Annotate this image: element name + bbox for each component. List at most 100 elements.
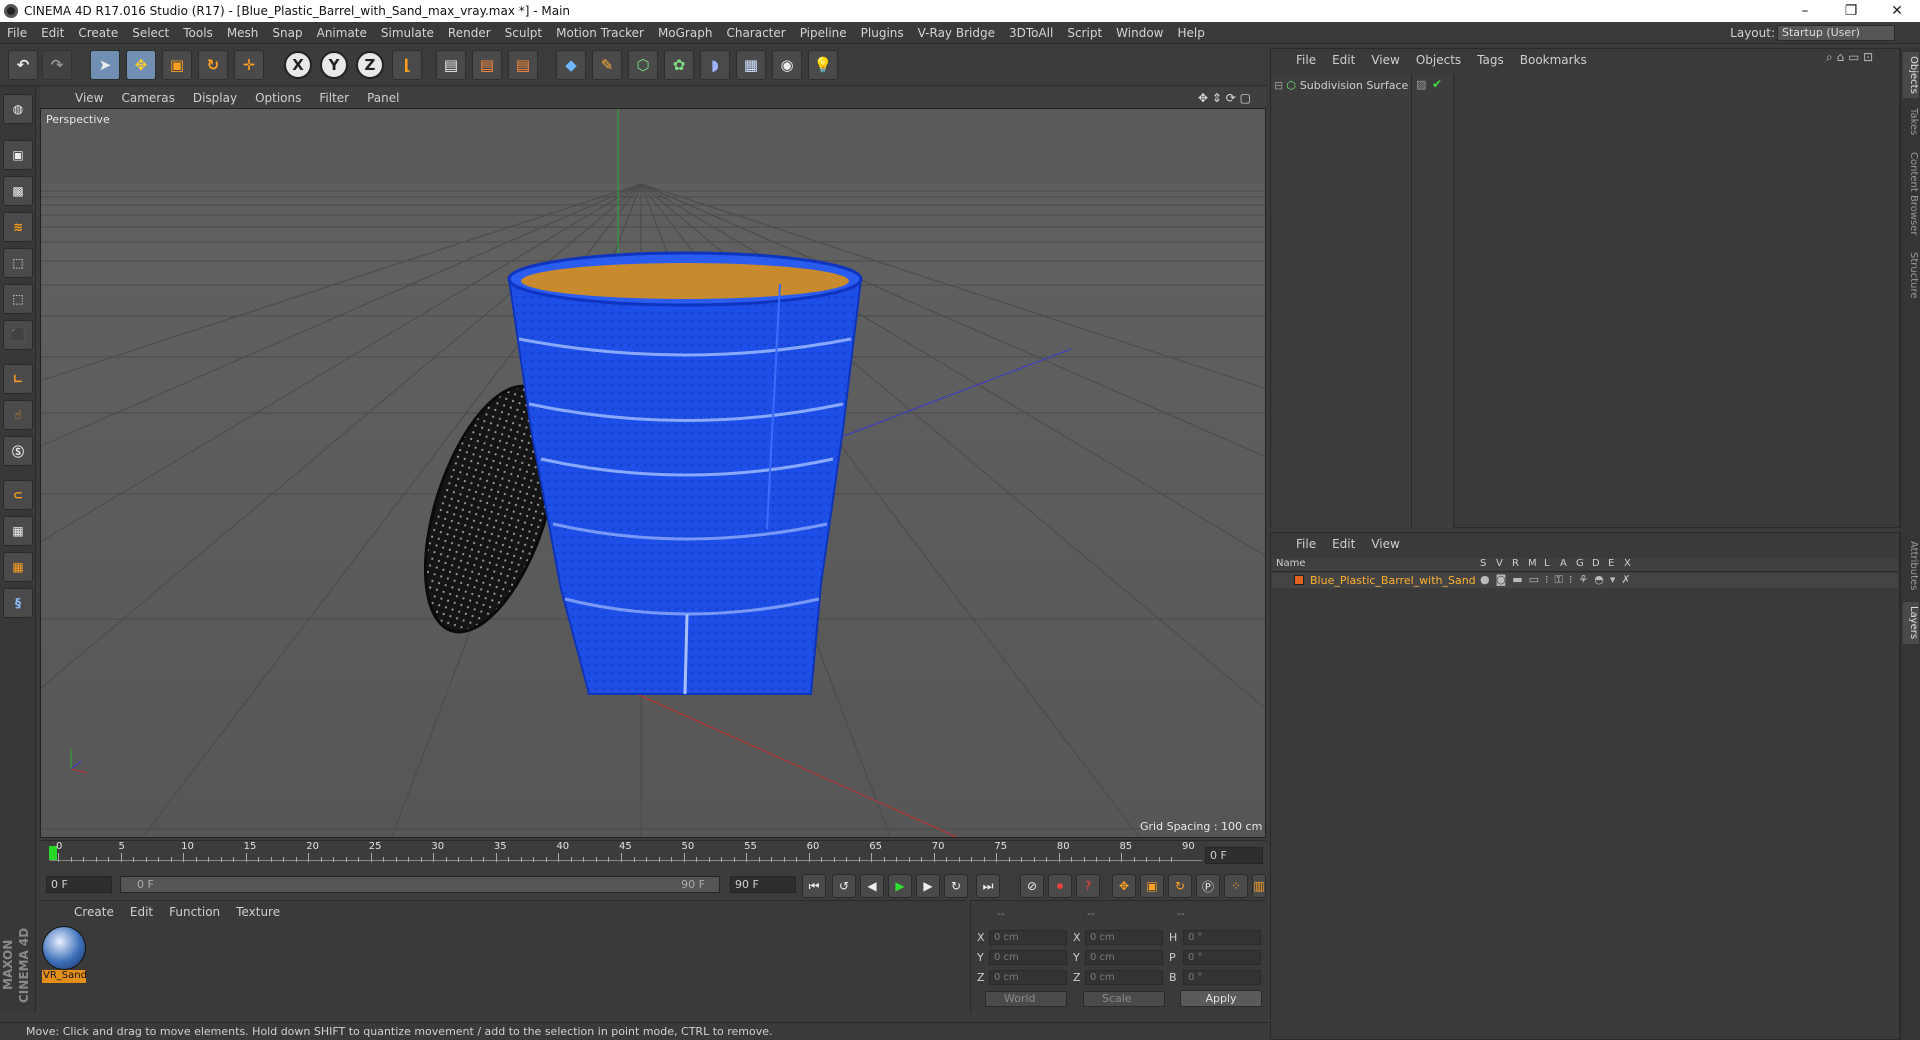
render-view-icon[interactable]: ▤ (436, 50, 466, 80)
camera-icon[interactable]: ◉ (772, 50, 802, 80)
layer-row[interactable]: Blue_Plastic_Barrel_with_Sand ●◙▬▭⁝⚿⁝⚘◓▾… (1272, 573, 1898, 588)
material-preview-ball[interactable] (42, 926, 86, 970)
workplane-mode-icon[interactable]: ≋ (3, 212, 33, 242)
render-picture-viewer-icon[interactable]: ▤ (472, 50, 502, 80)
snapping-icon[interactable]: Ⓢ (3, 436, 33, 466)
record-active-objects-icon[interactable]: ⏺ (1048, 874, 1072, 898)
play-forward-icon[interactable]: ▶ (888, 874, 912, 898)
coord-pos-z-field[interactable]: 0 cm (989, 970, 1067, 985)
transform-tool-icon[interactable]: ✛ (234, 50, 264, 80)
cloner-icon[interactable]: ✿ (664, 50, 694, 80)
key-position-icon[interactable]: ✥ (1112, 874, 1136, 898)
axis-mode-icon[interactable]: ∟ (3, 364, 33, 394)
menu-mesh[interactable]: Mesh (220, 22, 266, 44)
obj-menu-objects[interactable]: Objects (1408, 53, 1469, 67)
cube-primitive-icon[interactable]: ◆ (556, 50, 586, 80)
viewport-menu-panel[interactable]: Panel (358, 91, 408, 105)
move-tool-icon[interactable]: ✥ (126, 50, 156, 80)
close-button[interactable]: ✕ (1874, 0, 1920, 22)
timeline-ruler[interactable]: 0 F 0 5 10 15 20 25 30 35 40 45 50 55 60 65 70 75 80 85 90 (40, 840, 1266, 870)
viewport-menu-filter[interactable]: Filter (310, 91, 358, 105)
coord-pos-y-field[interactable]: 0 cm (989, 950, 1067, 965)
model-mode-icon[interactable]: ▣ (3, 140, 33, 170)
layer-menu-file[interactable]: File (1288, 537, 1324, 551)
end-frame-field[interactable]: 90 F (730, 876, 796, 893)
object-manager-search-icon[interactable]: ⌕ ⌂ ▭ ⊡ (1826, 50, 1873, 65)
maximize-button[interactable]: ❐ (1828, 0, 1874, 22)
menu-select[interactable]: Select (125, 22, 176, 44)
coord-size-x-field[interactable]: 0 cm (1085, 930, 1163, 945)
minimize-button[interactable]: – (1782, 0, 1828, 22)
menu-window[interactable]: Window (1109, 22, 1170, 44)
viewport-menu-options[interactable]: Options (246, 91, 310, 105)
apply-button[interactable]: Apply (1180, 990, 1262, 1007)
menu-pipeline[interactable]: Pipeline (793, 22, 854, 44)
points-mode-icon[interactable]: ⬚ (3, 248, 33, 278)
viewport-menu-display[interactable]: Display (184, 91, 246, 105)
pen-spline-icon[interactable]: ✎ (592, 50, 622, 80)
go-to-start-icon[interactable]: ⏮ (802, 874, 826, 898)
next-key-icon[interactable]: ↻ (944, 874, 968, 898)
menu-character[interactable]: Character (719, 22, 792, 44)
go-to-end-icon[interactable]: ⏭ (976, 874, 1000, 898)
coordinate-system-dropdown[interactable]: World (985, 991, 1067, 1007)
tab-structure[interactable]: Structure (1903, 248, 1919, 302)
previous-key-icon[interactable]: ↺ (832, 874, 856, 898)
3d-viewport[interactable] (40, 108, 1266, 838)
menu-file[interactable]: File (0, 22, 34, 44)
obj-menu-file[interactable]: File (1288, 53, 1324, 67)
z-axis-lock-icon[interactable]: Z (356, 51, 384, 79)
viewport-menu-cameras[interactable]: Cameras (112, 91, 183, 105)
coord-rot-p-field[interactable]: 0 ° (1183, 950, 1261, 965)
coordinate-system-icon[interactable]: ⌊ (392, 50, 422, 80)
key-rotation-icon[interactable]: ↻ (1168, 874, 1192, 898)
magnet-icon[interactable]: ⊂ (3, 480, 33, 510)
material-name-label[interactable]: VR_Sand (42, 970, 86, 983)
menu-motion-tracker[interactable]: Motion Tracker (549, 22, 651, 44)
viewport-menu-view[interactable]: View (66, 91, 112, 105)
key-point-level-icon[interactable]: ⁘ (1224, 874, 1248, 898)
start-frame-field[interactable]: 0 F (46, 876, 112, 893)
rotate-tool-icon[interactable]: ↻ (198, 50, 228, 80)
key-parameter-icon[interactable]: Ⓟ (1196, 874, 1220, 898)
current-frame-field[interactable]: 0 F (1205, 847, 1263, 864)
redo-icon[interactable]: ↷ (42, 50, 72, 80)
render-settings-icon[interactable]: ▤ (508, 50, 538, 80)
viewport-nav-icon[interactable]: ✥ ⇕ ⟳ ▢ (1189, 91, 1260, 105)
tab-takes[interactable]: Takes (1903, 104, 1919, 140)
subdivision-surface-icon[interactable]: ⬡ (628, 50, 658, 80)
light-icon[interactable]: 💡 (808, 50, 838, 80)
layer-toggle-icons[interactable]: ●◙▬▭⁝⚿⁝⚘◓▾✗ (1480, 573, 1637, 587)
menu-create[interactable]: Create (71, 22, 125, 44)
expand-icon[interactable]: ⊟ (1274, 79, 1283, 92)
obj-menu-view[interactable]: View (1363, 53, 1407, 67)
python-icon[interactable]: § (3, 588, 33, 618)
enabled-check-icon[interactable]: ✔ (1432, 77, 1442, 91)
live-selection-icon[interactable]: ➤ (90, 50, 120, 80)
layer-menu-view[interactable]: View (1363, 537, 1407, 551)
workplane-snap-icon[interactable]: ▦ (3, 552, 33, 582)
y-axis-lock-icon[interactable]: Y (320, 51, 348, 79)
material-menu-create[interactable]: Create (66, 905, 122, 919)
tweak-mode-icon[interactable]: ☝ (3, 400, 33, 430)
menu-simulate[interactable]: Simulate (374, 22, 441, 44)
x-axis-lock-icon[interactable]: X (284, 51, 312, 79)
obj-menu-tags[interactable]: Tags (1469, 53, 1512, 67)
menu-help[interactable]: Help (1170, 22, 1211, 44)
layer-menu-edit[interactable]: Edit (1324, 537, 1363, 551)
material-menu-texture[interactable]: Texture (228, 905, 288, 919)
autokeying-icon[interactable]: ? (1076, 874, 1100, 898)
frame-range-slider[interactable]: 0 F 90 F (120, 876, 720, 893)
timeline-layout-icon[interactable]: ▥ (1252, 874, 1266, 898)
make-editable-icon[interactable]: ◍ (3, 94, 33, 124)
edges-mode-icon[interactable]: ⬚ (3, 284, 33, 314)
coord-rot-b-field[interactable]: 0 ° (1183, 970, 1261, 985)
menu-sculpt[interactable]: Sculpt (498, 22, 549, 44)
object-row-subdivision-surface[interactable]: ⊟ ⬡ Subdivision Surface (1274, 78, 1408, 92)
obj-menu-edit[interactable]: Edit (1324, 53, 1363, 67)
workplane-lock-icon[interactable]: ▦ (3, 516, 33, 546)
menu-plugins[interactable]: Plugins (854, 22, 911, 44)
obj-menu-bookmarks[interactable]: Bookmarks (1512, 53, 1595, 67)
coord-size-y-field[interactable]: 0 cm (1085, 950, 1163, 965)
tab-layers[interactable]: Layers (1903, 602, 1919, 644)
